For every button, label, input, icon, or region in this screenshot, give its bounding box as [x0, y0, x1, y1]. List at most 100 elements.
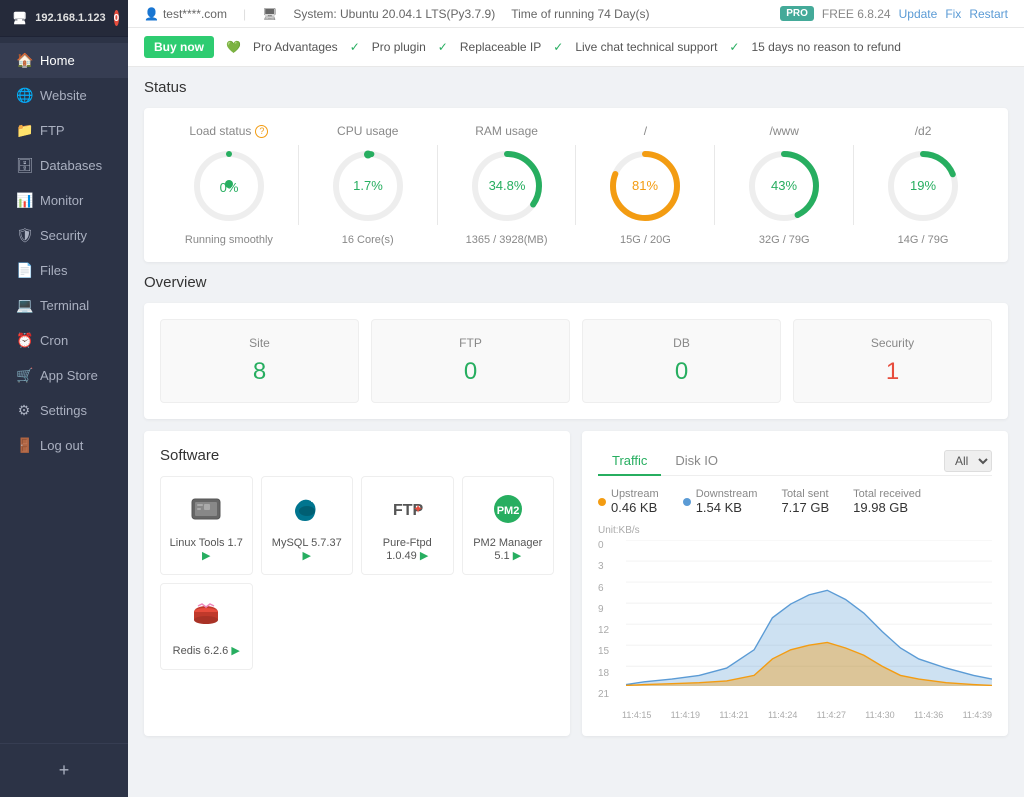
- sidebar-item-appstore[interactable]: 🛒 App Store: [0, 358, 128, 393]
- restart-link[interactable]: Restart: [969, 7, 1008, 21]
- appstore-icon: 🛒: [16, 367, 32, 384]
- settings-icon: ⚙: [16, 402, 32, 419]
- user-icon: 👤: [144, 7, 159, 21]
- y-label-18: 18: [598, 668, 622, 679]
- sidebar-item-ftp[interactable]: 📁 FTP: [0, 113, 128, 148]
- total-received-info: Total received 19.98 GB: [853, 488, 921, 515]
- sidebar-item-databases[interactable]: 🗄 Databases: [0, 148, 128, 183]
- sidebar-item-website[interactable]: 🌐 Website: [0, 78, 128, 113]
- gauge-cpu-label: CPU usage: [337, 124, 398, 138]
- overview-grid: Site 8 FTP 0 DB 0 Security 1: [160, 319, 992, 403]
- sidebar-item-cron[interactable]: ⏰ Cron: [0, 323, 128, 358]
- gauge-cpu-sub: 16 Core(s): [342, 234, 394, 246]
- buy-now-button[interactable]: Buy now: [144, 36, 214, 58]
- sidebar-label-databases: Databases: [40, 158, 102, 173]
- update-link[interactable]: Update: [899, 7, 938, 21]
- software-linux-tools[interactable]: Linux Tools 1.7 ▶: [160, 476, 253, 575]
- mysql-icon: [287, 489, 327, 529]
- svg-text:PM2: PM2: [496, 505, 519, 517]
- downstream-info: Downstream 1.54 KB: [696, 488, 758, 515]
- overview-db: DB 0: [582, 319, 781, 403]
- total-sent-label: Total sent: [781, 488, 829, 500]
- tab-diskio[interactable]: Disk IO: [661, 447, 732, 476]
- gauge-d2-label: /d2: [915, 124, 932, 138]
- plus-icon: +: [59, 760, 70, 781]
- gauge-www: /www 43% 32G / 79G: [715, 124, 853, 246]
- sidebar-label-logout: Log out: [40, 438, 83, 453]
- pro-heart-icon: 💚: [226, 40, 241, 54]
- gauge-load-svg: 0%: [189, 146, 269, 226]
- terminal-icon: 💻: [16, 297, 32, 314]
- overview-db-value: 0: [599, 358, 764, 386]
- y-label-9: 9: [598, 604, 622, 615]
- sidebar-item-home[interactable]: 🏠 Home: [0, 43, 128, 78]
- monitor-icon: 📊: [16, 192, 32, 209]
- redis-icon: [186, 596, 226, 636]
- sidebar-item-logout[interactable]: 🚪 Log out: [0, 428, 128, 463]
- overview-security-label: Security: [810, 336, 975, 350]
- info-icon[interactable]: ?: [255, 125, 268, 138]
- sidebar-label-cron: Cron: [40, 333, 68, 348]
- x-label-4: 11:4:24: [768, 710, 797, 720]
- sidebar-header: 🖥 192.168.1.123 0: [0, 0, 128, 37]
- downstream-label: Downstream: [696, 488, 758, 500]
- gauge-d2-sub: 14G / 79G: [898, 234, 949, 246]
- home-icon: 🏠: [16, 52, 32, 69]
- overview-security-value: 1: [810, 358, 975, 386]
- tab-traffic[interactable]: Traffic: [598, 447, 661, 476]
- status-title: Status: [144, 79, 1008, 96]
- y-label-21: 21: [598, 689, 622, 700]
- pm2-icon: PM2: [488, 489, 528, 529]
- chart-area: 21 18 15 12 9 6 3 0: [598, 540, 992, 720]
- software-pureftpd[interactable]: FTP ✦ Pure-Ftpd 1.0.49 ▶: [361, 476, 454, 575]
- topbar-right: PRO FREE 6.8.24 Update Fix Restart: [780, 6, 1008, 21]
- software-redis[interactable]: Redis 6.2.6 ▶: [160, 583, 253, 670]
- promo-bar: Buy now 💚 Pro Advantages ✓ Pro plugin ✓ …: [128, 28, 1024, 67]
- overview-site-label: Site: [177, 336, 342, 350]
- sidebar: 🖥 192.168.1.123 0 🏠 Home 🌐 Website 📁 FTP…: [0, 0, 128, 797]
- traffic-filter-select[interactable]: All 1h 6h 1d: [944, 450, 992, 472]
- sidebar-item-files[interactable]: 📄 Files: [0, 253, 128, 288]
- check3-icon: ✓: [553, 40, 563, 54]
- gauge-root-svg: 81%: [605, 146, 685, 226]
- main-content: 👤 test****.com | 🖥 System: Ubuntu 20.04.…: [128, 0, 1024, 797]
- downstream-value: 1.54 KB: [696, 500, 758, 515]
- promo-chat: Live chat technical support: [575, 40, 717, 54]
- overview-ftp: FTP 0: [371, 319, 570, 403]
- pureftpd-name: Pure-Ftpd 1.0.49 ▶: [370, 537, 445, 562]
- software-pm2[interactable]: PM2 PM2 Manager 5.1 ▶: [462, 476, 555, 575]
- software-title: Software: [160, 447, 554, 464]
- sidebar-label-appstore: App Store: [40, 368, 98, 383]
- gauge-load: Load status ? 0% Running smoothly: [160, 124, 298, 246]
- sidebar-item-terminal[interactable]: 💻 Terminal: [0, 288, 128, 323]
- overview-security: Security 1: [793, 319, 992, 403]
- sidebar-nav: 🏠 Home 🌐 Website 📁 FTP 🗄 Databases 📊 Mon…: [0, 37, 128, 743]
- server-icon: 🖥: [12, 11, 27, 25]
- traffic-legend-row: Upstream 0.46 KB Downstream 1.54 KB Tota…: [598, 488, 992, 515]
- add-button[interactable]: +: [16, 754, 112, 787]
- fix-link[interactable]: Fix: [945, 7, 961, 21]
- system-icon: 🖥: [262, 7, 277, 21]
- software-mysql[interactable]: MySQL 5.7.37 ▶: [261, 476, 354, 575]
- server-ip: 192.168.1.123: [35, 12, 105, 24]
- x-label-3: 11:4:21: [719, 710, 748, 720]
- pro-badge: PRO: [780, 6, 814, 21]
- sidebar-item-settings[interactable]: ⚙ Settings: [0, 393, 128, 428]
- y-label-3: 3: [598, 561, 622, 572]
- sidebar-item-monitor[interactable]: 📊 Monitor: [0, 183, 128, 218]
- svg-text:19%: 19%: [910, 178, 936, 193]
- total-received-label: Total received: [853, 488, 921, 500]
- total-sent-value: 7.17 GB: [781, 500, 829, 515]
- software-grid: Linux Tools 1.7 ▶ MySQL 5.7.37 ▶: [160, 476, 554, 670]
- sidebar-item-security[interactable]: 🛡 Security: [0, 218, 128, 253]
- x-label-5: 11:4:27: [817, 710, 846, 720]
- gauge-www-label: /www: [770, 124, 799, 138]
- y-label-0: 0: [598, 540, 622, 551]
- svg-text:0%: 0%: [220, 180, 239, 195]
- overview-title: Overview: [144, 274, 1008, 291]
- gauge-load-sub: Running smoothly: [185, 234, 273, 246]
- unit-label: Unit:KB/s: [598, 525, 992, 536]
- x-label-2: 11:4:19: [671, 710, 700, 720]
- gauge-ram-label: RAM usage: [475, 124, 538, 138]
- sidebar-label-website: Website: [40, 88, 87, 103]
